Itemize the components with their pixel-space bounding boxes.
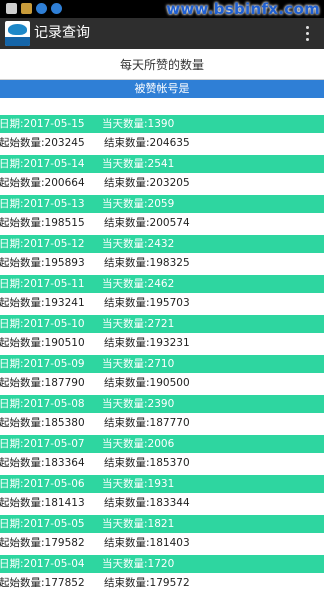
list-item: 日期:2017-05-06 当天数量:1931 起始数量:181413 结束数量:18… <box>0 475 324 515</box>
record-date: 日期:2017-05-15 <box>0 118 85 130</box>
record-end-count: 结束数量:179572 <box>104 577 190 589</box>
record-header: 日期:2017-05-14 当天数量:2541 <box>0 155 324 173</box>
record-today-count: 当天数量:2390 <box>102 398 175 410</box>
record-today-count: 当天数量:1821 <box>102 518 175 530</box>
list-item: 日期:2017-05-04 当天数量:1720 起始数量:177852 结束数量:17… <box>0 555 324 595</box>
file-notification-icon <box>21 3 32 14</box>
page-title: 每天所赞的数量 <box>119 58 204 72</box>
record-end-count: 结束数量:200574 <box>104 217 190 229</box>
record-end-count: 结束数量:181403 <box>104 537 190 549</box>
record-date: 日期:2017-05-06 <box>0 478 85 490</box>
record-today-count: 当天数量:1931 <box>102 478 175 490</box>
list-item: 日期:2017-05-13 当天数量:2059 起始数量:198515 结束数量:20… <box>0 195 324 235</box>
record-today-count: 当天数量:2059 <box>102 198 175 210</box>
record-start-count: 起始数量:185380 <box>0 417 85 429</box>
image-notification-icon <box>6 3 17 14</box>
record-today-count: 当天数量:1390 <box>102 118 175 130</box>
record-end-count: 结束数量:190500 <box>104 377 190 389</box>
record-start-count: 起始数量:179582 <box>0 537 85 549</box>
record-header: 日期:2017-05-04 当天数量:1720 <box>0 555 324 573</box>
record-header: 日期:2017-05-13 当天数量:2059 <box>0 195 324 213</box>
record-header: 日期:2017-05-15 当天数量:1390 <box>0 115 324 133</box>
record-body: 起始数量:190510 结束数量:193231 <box>0 333 324 355</box>
watermark: www.bsbinfx.com <box>166 0 320 18</box>
record-body: 起始数量:195893 结束数量:198325 <box>0 253 324 275</box>
record-date: 日期:2017-05-04 <box>0 558 85 570</box>
record-start-count: 起始数量:195893 <box>0 257 85 269</box>
record-body: 起始数量:200664 结束数量:203205 <box>0 173 324 195</box>
record-header: 日期:2017-05-08 当天数量:2390 <box>0 395 324 413</box>
record-start-count: 起始数量:181413 <box>0 497 85 509</box>
record-date: 日期:2017-05-13 <box>0 198 85 210</box>
record-body: 起始数量:181413 结束数量:183344 <box>0 493 324 515</box>
record-header: 日期:2017-05-05 当天数量:1821 <box>0 515 324 533</box>
record-today-count: 当天数量:2541 <box>102 158 175 170</box>
record-header: 日期:2017-05-09 当天数量:2710 <box>0 355 324 373</box>
record-today-count: 当天数量:2710 <box>102 358 175 370</box>
record-today-count: 当天数量:2006 <box>102 438 175 450</box>
record-body: 起始数量:185380 结束数量:187770 <box>0 413 324 435</box>
record-date: 日期:2017-05-11 <box>0 278 85 290</box>
list-item: 日期:2017-05-05 当天数量:1821 起始数量:179582 结束数量:18… <box>0 515 324 555</box>
record-body: 起始数量:198515 结束数量:200574 <box>0 213 324 235</box>
record-today-count: 当天数量:1720 <box>102 558 175 570</box>
record-today-count: 当天数量:2462 <box>102 278 175 290</box>
record-end-count: 结束数量:203205 <box>104 177 190 189</box>
record-header: 日期:2017-05-12 当天数量:2432 <box>0 235 324 253</box>
app-notification-icon <box>36 3 47 14</box>
list-item: 日期:2017-05-11 当天数量:2462 起始数量:193241 结束数量:19… <box>0 275 324 315</box>
record-date: 日期:2017-05-12 <box>0 238 85 250</box>
record-start-count: 起始数量:193241 <box>0 297 85 309</box>
record-date: 日期:2017-05-05 <box>0 518 85 530</box>
record-list: 日期:2017-05-15 当天数量:1390 起始数量:203245 结束数量:20… <box>0 115 324 595</box>
app-notification-icon <box>51 3 62 14</box>
record-date: 日期:2017-05-07 <box>0 438 85 450</box>
account-label: 被赞帐号是 <box>0 80 324 98</box>
record-start-count: 起始数量:183364 <box>0 457 85 469</box>
list-item: 日期:2017-05-12 当天数量:2432 起始数量:195893 结束数量:19… <box>0 235 324 275</box>
record-header: 日期:2017-05-07 当天数量:2006 <box>0 435 324 453</box>
record-header: 日期:2017-05-06 当天数量:1931 <box>0 475 324 493</box>
record-body: 起始数量:179582 结束数量:181403 <box>0 533 324 555</box>
list-item: 日期:2017-05-15 当天数量:1390 起始数量:203245 结束数量:20… <box>0 115 324 155</box>
record-start-count: 起始数量:177852 <box>0 577 85 589</box>
record-today-count: 当天数量:2721 <box>102 318 175 330</box>
record-start-count: 起始数量:198515 <box>0 217 85 229</box>
app-logo-icon[interactable] <box>5 21 30 46</box>
record-body: 起始数量:193241 结束数量:195703 <box>0 293 324 315</box>
record-end-count: 结束数量:204635 <box>104 137 190 149</box>
record-end-count: 结束数量:195703 <box>104 297 190 309</box>
record-end-count: 结束数量:187770 <box>104 417 190 429</box>
record-today-count: 当天数量:2432 <box>102 238 175 250</box>
record-header: 日期:2017-05-11 当天数量:2462 <box>0 275 324 293</box>
record-date: 日期:2017-05-08 <box>0 398 85 410</box>
record-date: 日期:2017-05-10 <box>0 318 85 330</box>
record-body: 起始数量:183364 结束数量:185370 <box>0 453 324 475</box>
record-body: 起始数量:203245 结束数量:204635 <box>0 133 324 155</box>
overflow-menu-icon[interactable] <box>306 26 310 42</box>
record-start-count: 起始数量:190510 <box>0 337 85 349</box>
record-body: 起始数量:177852 结束数量:179572 <box>0 573 324 595</box>
list-item: 日期:2017-05-07 当天数量:2006 起始数量:183364 结束数量:18… <box>0 435 324 475</box>
record-start-count: 起始数量:200664 <box>0 177 85 189</box>
action-bar: 记录查询 <box>0 18 324 49</box>
list-item: 日期:2017-05-09 当天数量:2710 起始数量:187790 结束数量:19… <box>0 355 324 395</box>
app-title: 记录查询 <box>34 25 90 41</box>
list-item: 日期:2017-05-14 当天数量:2541 起始数量:200664 结束数量:20… <box>0 155 324 195</box>
record-end-count: 结束数量:193231 <box>104 337 190 349</box>
record-body: 起始数量:187790 结束数量:190500 <box>0 373 324 395</box>
record-date: 日期:2017-05-14 <box>0 158 85 170</box>
record-start-count: 起始数量:203245 <box>0 137 85 149</box>
record-header: 日期:2017-05-10 当天数量:2721 <box>0 315 324 333</box>
record-date: 日期:2017-05-09 <box>0 358 85 370</box>
list-item: 日期:2017-05-08 当天数量:2390 起始数量:185380 结束数量:18… <box>0 395 324 435</box>
list-item: 日期:2017-05-10 当天数量:2721 起始数量:190510 结束数量:19… <box>0 315 324 355</box>
record-end-count: 结束数量:185370 <box>104 457 190 469</box>
record-start-count: 起始数量:187790 <box>0 377 85 389</box>
status-bar: www.bsbinfx.com <box>0 0 324 18</box>
record-end-count: 结束数量:198325 <box>104 257 190 269</box>
record-end-count: 结束数量:183344 <box>104 497 190 509</box>
